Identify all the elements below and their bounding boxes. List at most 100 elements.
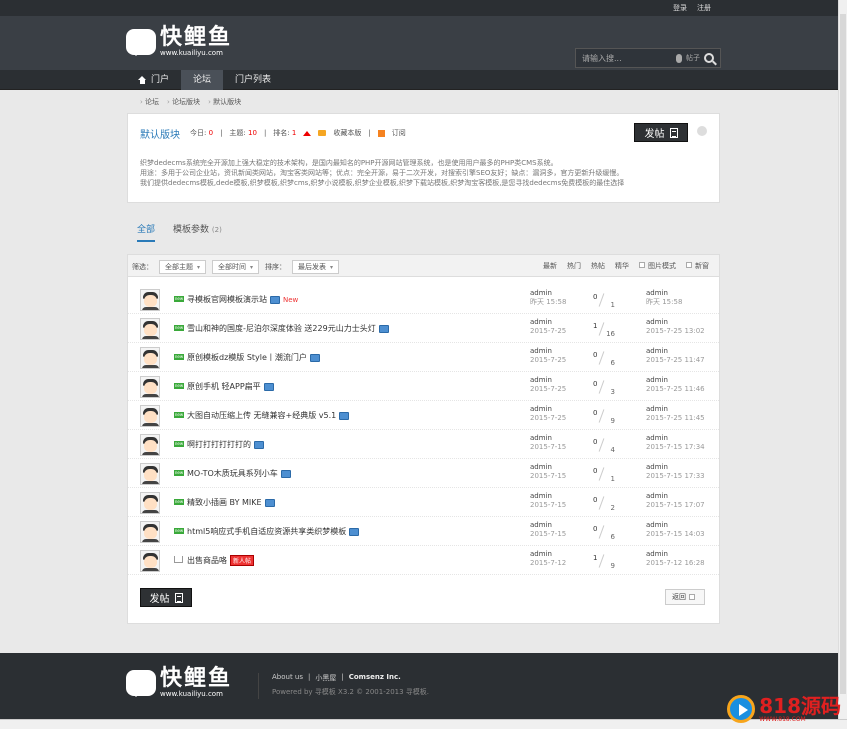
author-name[interactable]: admin [530,318,566,327]
avatar[interactable] [140,434,160,456]
last-post-date[interactable]: 2015-7-25 13:02 [646,327,705,336]
avatar[interactable] [140,492,160,514]
last-post-date[interactable]: 2015-7-15 17:33 [646,472,705,481]
last-post-date[interactable]: 2015-7-15 17:07 [646,501,705,510]
new-window-toggle[interactable]: 新窗 [686,261,709,271]
avatar[interactable] [140,463,160,485]
last-post-date[interactable]: 2015-7-25 11:47 [646,356,705,365]
table-row[interactable]: new 原创模板dz模版 Style丨潮流门户 admin 2015-7-25 … [128,343,719,372]
picture-mode-toggle[interactable]: 图片模式 [639,261,676,271]
nav-item-forum[interactable]: 论坛 [181,70,224,90]
breadcrumb-default-board[interactable]: 默认版块 [208,97,241,107]
author-name[interactable]: admin [530,405,566,414]
back-button[interactable]: 返回 [665,589,705,605]
thread-title[interactable]: 原创手机 轻APP扁平 [187,381,274,392]
nav-item-portal-list[interactable]: 门户列表 [223,70,283,90]
thread-title-text[interactable]: 啊打打打打打打的 [187,439,251,450]
new-post-button[interactable]: 发帖 [634,123,688,142]
breadcrumb-forum-board[interactable]: 论坛版块 [167,97,200,107]
thread-title-text[interactable]: 原创手机 轻APP扁平 [187,381,261,392]
author-name[interactable]: admin [530,521,566,530]
last-post-user[interactable]: admin [646,463,705,472]
register-link[interactable]: 注册 [697,3,711,13]
author-name[interactable]: admin [530,463,566,472]
search-input[interactable]: 请输入搜... [582,53,672,64]
filter-digest[interactable]: 精华 [615,261,629,271]
filter-latest[interactable]: 最新 [543,261,557,271]
table-row[interactable]: new 原创手机 轻APP扁平 admin 2015-7-25 0 3 admi… [128,372,719,401]
last-post-date[interactable]: 2015-7-25 11:45 [646,414,705,423]
thread-title-text[interactable]: 寻模板官网模板演示站 [187,294,267,305]
thread-title[interactable]: 精致小插画 BY MIKE [187,497,275,508]
thread-title-text[interactable]: html5响应式手机自适应资源共享类织梦模板 [187,526,346,537]
favorite-link[interactable]: 收藏本版 [333,128,361,138]
table-row[interactable]: new 寻模板官网模板演示站 New admin 昨天 15:58 0 1 ad… [128,285,719,314]
avatar[interactable] [140,550,160,572]
last-post-user[interactable]: admin [646,492,705,501]
avatar[interactable] [140,318,160,340]
thread-title[interactable]: 啊打打打打打打的 [187,439,264,450]
filter-hot-threads[interactable]: 热帖 [591,261,605,271]
thread-title[interactable]: 出售商品咯 新人帖 [187,555,255,566]
last-post-date[interactable]: 2015-7-15 17:34 [646,443,705,452]
bottom-new-post-button[interactable]: 发帖 [140,588,192,607]
last-post-user[interactable]: admin [646,521,705,530]
blackroom-link[interactable]: 小黑屋 [315,673,336,683]
avatar[interactable] [140,376,160,398]
avatar[interactable] [140,347,160,369]
author-name[interactable]: admin [530,289,566,298]
thread-title-text[interactable]: 精致小插画 BY MIKE [187,497,262,508]
thread-type-select[interactable]: 全部主题 [159,260,207,274]
author-name[interactable]: admin [530,376,566,385]
forum-title[interactable]: 默认版块 [140,126,180,141]
thread-title[interactable]: html5响应式手机自适应资源共享类织梦模板 [187,526,360,537]
thread-title[interactable]: MO-TO木质玩具系列小车 [187,468,291,479]
last-post-user[interactable]: admin [646,550,705,559]
checkbox[interactable] [686,262,692,268]
horizontal-scrollbar[interactable] [0,719,847,729]
table-row[interactable]: new 啊打打打打打打的 admin 2015-7-15 0 4 admin 2… [128,430,719,459]
about-link[interactable]: About us [272,673,303,683]
last-post-date[interactable]: 昨天 15:58 [646,298,682,307]
last-post-user[interactable]: admin [646,434,705,443]
footer-logo[interactable]: 快鲤鱼 www.kuailiyu.com [126,667,232,698]
author-name[interactable]: admin [530,550,566,559]
thread-title-text[interactable]: 出售商品咯 [187,555,227,566]
thread-title[interactable]: 寻模板官网模板演示站 New [187,294,298,305]
scrollbar-thumb[interactable] [840,14,846,694]
company-link[interactable]: Comsenz Inc. [349,673,401,683]
last-post-date[interactable]: 2015-7-25 11:46 [646,385,705,394]
collapse-icon[interactable] [697,126,707,136]
last-post-user[interactable]: admin [646,376,705,385]
table-row[interactable]: new 大图自动压缩上传 无缝兼容+经典版 v5.1 admin 2015-7-… [128,401,719,430]
breadcrumb-forum[interactable]: 论坛 [140,97,159,107]
last-post-user[interactable]: admin [646,405,705,414]
last-post-user[interactable]: admin [646,289,682,298]
search-icon[interactable] [704,53,714,63]
last-post-user[interactable]: admin [646,347,705,356]
table-row[interactable]: new MO-TO木质玩具系列小车 admin 2015-7-15 0 1 ad… [128,459,719,488]
thread-title-text[interactable]: 大图自动压缩上传 无缝兼容+经典版 v5.1 [187,410,336,421]
thread-title-text[interactable]: 雪山和神的国度-尼泊尔深度体验 送229元山力士头灯 [187,323,376,334]
login-link[interactable]: 登录 [673,3,687,13]
checkbox[interactable] [639,262,645,268]
tab-template-params[interactable]: 模板参数 (2) [173,222,222,235]
search-category[interactable]: 帖子 [686,53,700,63]
table-row[interactable]: 出售商品咯 新人帖 admin 2015-7-12 1 9 admin 2015… [128,546,719,575]
author-name[interactable]: admin [530,492,566,501]
nav-item-portal[interactable]: 门户 [126,70,181,90]
thread-title[interactable]: 雪山和神的国度-尼泊尔深度体验 送229元山力士头灯 [187,323,389,334]
thread-title-text[interactable]: MO-TO木质玩具系列小车 [187,468,278,479]
last-post-user[interactable]: admin [646,318,705,327]
vertical-scrollbar[interactable] [838,0,847,719]
table-row[interactable]: new html5响应式手机自适应资源共享类织梦模板 admin 2015-7-… [128,517,719,546]
thread-title[interactable]: 大图自动压缩上传 无缝兼容+经典版 v5.1 [187,410,350,421]
subscribe-link[interactable]: 订阅 [392,128,406,138]
filter-hot[interactable]: 热门 [567,261,581,271]
thread-title-text[interactable]: 原创模板dz模版 Style丨潮流门户 [187,352,307,363]
table-row[interactable]: new 雪山和神的国度-尼泊尔深度体验 送229元山力士头灯 admin 201… [128,314,719,343]
tab-all[interactable]: 全部 [137,222,156,242]
time-select[interactable]: 全部时间 [212,260,260,274]
avatar[interactable] [140,289,160,311]
last-post-date[interactable]: 2015-7-15 14:03 [646,530,705,539]
